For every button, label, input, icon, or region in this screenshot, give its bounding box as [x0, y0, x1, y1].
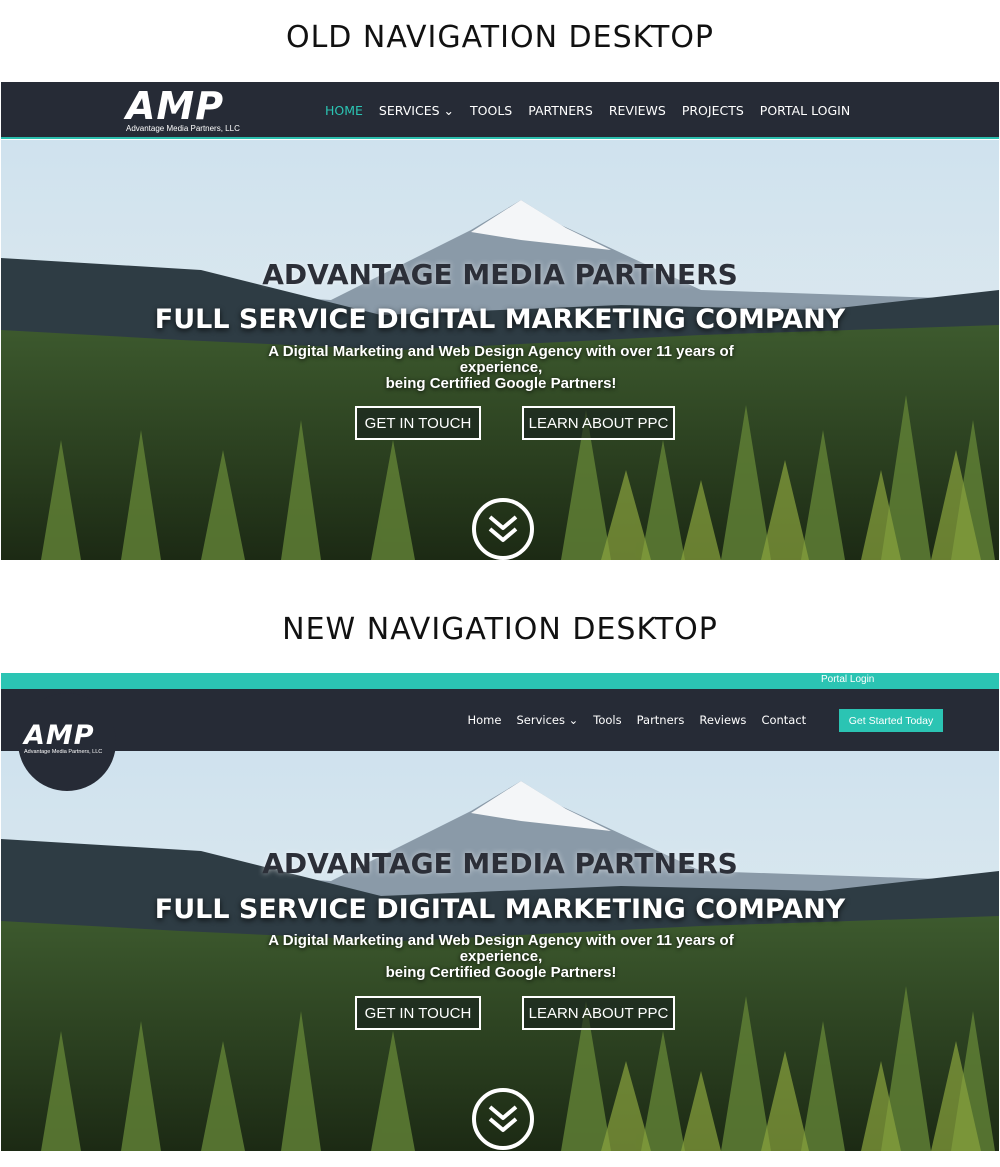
nav-item-partners[interactable]: PARTNERS: [528, 103, 593, 118]
get-in-touch-button[interactable]: GET IN TOUCH: [355, 996, 481, 1030]
logo-wordmark: AMP: [126, 84, 225, 128]
nav-item-tools[interactable]: Tools: [593, 713, 621, 727]
hero-title: ADVANTAGE MEDIA PARTNERS: [262, 847, 738, 880]
hero-description-line-1: A Digital Marketing and Web Design Agenc…: [268, 932, 734, 965]
hero-description: A Digital Marketing and Web Design Agenc…: [231, 933, 771, 981]
logo-wordmark: AMP: [24, 720, 95, 751]
get-in-touch-button[interactable]: GET IN TOUCH: [355, 406, 481, 440]
new-navbar: Home Services ⌄ Tools Partners Reviews C…: [1, 689, 999, 751]
nav-item-projects[interactable]: PROJECTS: [682, 103, 744, 118]
nav-item-portal-login[interactable]: PORTAL LOGIN: [760, 103, 850, 118]
hero-description-line-2: being Certified Google Partners!: [385, 964, 617, 981]
new-navigation-heading: NEW NAVIGATION DESKTOP: [282, 612, 718, 647]
logo[interactable]: AMP Advantage Media Partners, LLC: [24, 722, 114, 755]
nav-item-reviews[interactable]: REVIEWS: [609, 103, 666, 118]
old-navigation-heading: OLD NAVIGATION DESKTOP: [285, 20, 715, 55]
nav-item-services[interactable]: Services ⌄: [516, 713, 578, 727]
new-nav-menu: Home Services ⌄ Tools Partners Reviews C…: [460, 689, 814, 751]
logo-tagline: Advantage Media Partners, LLC: [24, 749, 103, 755]
hero-title: ADVANTAGE MEDIA PARTNERS: [262, 258, 738, 291]
old-navbar: AMP Advantage Media Partners, LLC HOME S…: [1, 82, 999, 139]
hero-description-line-1: A Digital Marketing and Web Design Agenc…: [268, 343, 734, 376]
learn-about-ppc-button[interactable]: LEARN ABOUT PPC: [522, 996, 675, 1030]
portal-login-link[interactable]: Portal Login: [821, 674, 874, 685]
logo-tagline: Advantage Media Partners, LLC: [126, 124, 240, 133]
hero-description-line-2: being Certified Google Partners!: [385, 375, 617, 392]
get-started-today-button[interactable]: Get Started Today: [839, 709, 943, 732]
scroll-down-button[interactable]: [472, 1088, 534, 1150]
hero-subtitle: FULL SERVICE DIGITAL MARKETING COMPANY: [154, 894, 846, 925]
nav-item-services[interactable]: SERVICES ⌄: [379, 103, 454, 118]
scroll-down-button[interactable]: [472, 498, 534, 560]
nav-item-home[interactable]: HOME: [325, 103, 363, 118]
hero-description: A Digital Marketing and Web Design Agenc…: [231, 344, 771, 392]
learn-about-ppc-button[interactable]: LEARN ABOUT PPC: [522, 406, 675, 440]
hero-subtitle: FULL SERVICE DIGITAL MARKETING COMPANY: [154, 304, 846, 335]
logo[interactable]: AMP Advantage Media Partners, LLC: [126, 87, 251, 133]
nav-item-reviews[interactable]: Reviews: [699, 713, 746, 727]
old-nav-menu: HOME SERVICES ⌄ TOOLS PARTNERS REVIEWS P…: [317, 82, 858, 139]
hero-section-new: ADVANTAGE MEDIA PARTNERS FULL SERVICE DI…: [1, 751, 999, 1151]
nav-item-tools[interactable]: TOOLS: [470, 103, 512, 118]
double-chevron-down-icon: [488, 1105, 518, 1132]
hero-section-old: ADVANTAGE MEDIA PARTNERS FULL SERVICE DI…: [1, 140, 999, 560]
nav-item-partners[interactable]: Partners: [637, 713, 685, 727]
double-chevron-down-icon: [488, 515, 518, 542]
top-bar: Portal Login: [1, 673, 999, 689]
nav-item-contact[interactable]: Contact: [761, 713, 806, 727]
nav-item-home[interactable]: Home: [468, 713, 502, 727]
